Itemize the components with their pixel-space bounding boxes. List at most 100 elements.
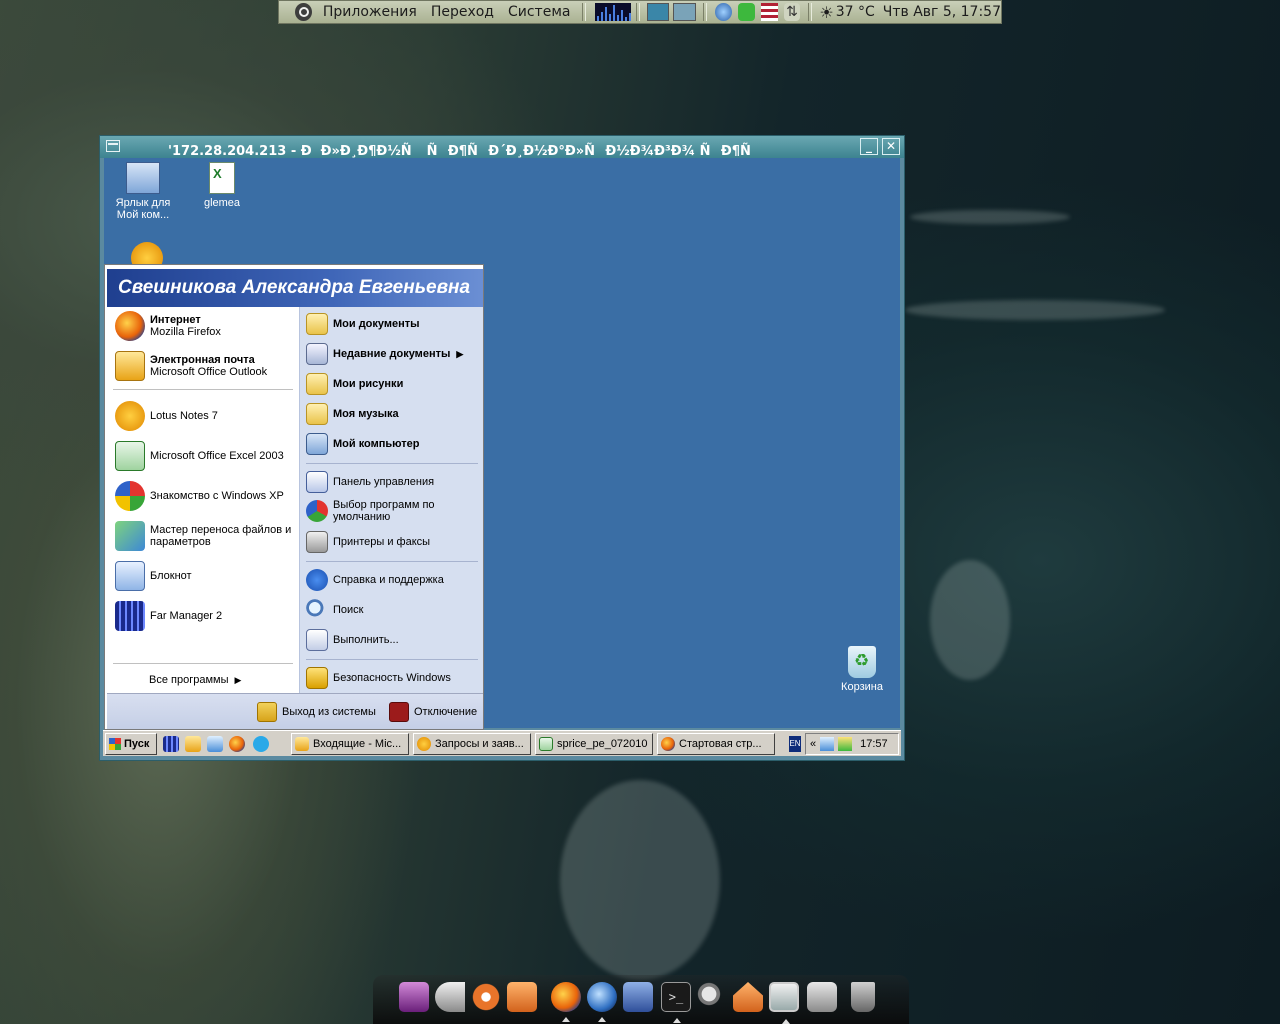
menu-item-windows-security[interactable]: Безопасность Windows xyxy=(306,667,451,689)
menu-item-control-panel[interactable]: Панель управления xyxy=(306,471,434,493)
menu-item-lotus-notes[interactable]: Lotus Notes 7 xyxy=(115,401,218,431)
window-icon[interactable] xyxy=(769,982,799,1024)
menu-item-far-manager[interactable]: Far Manager 2 xyxy=(115,601,222,631)
video-icon[interactable] xyxy=(399,982,429,1012)
search-icon[interactable] xyxy=(697,982,727,1012)
taskbar-task-start-page[interactable]: Стартовая стр... xyxy=(657,733,775,755)
menu-item-label: Far Manager 2 xyxy=(150,610,223,622)
far-manager-quicklaunch-icon[interactable] xyxy=(163,736,179,752)
minimize-button[interactable]: _ xyxy=(860,138,878,155)
menu-item-my-music[interactable]: Моя музыка xyxy=(306,403,399,425)
firefox-icon xyxy=(115,311,145,341)
desktop-icon-recycle-bin[interactable]: Корзина xyxy=(823,646,900,693)
taskbar-task-requests[interactable]: Запросы и заяв... xyxy=(413,733,531,755)
excel-icon xyxy=(115,441,145,471)
ubuntu-icon[interactable] xyxy=(471,982,501,1012)
start-button[interactable]: Пуск xyxy=(105,733,157,755)
task-label: Входящие - Mic... xyxy=(313,738,402,750)
desktop-icon-my-computer-shortcut[interactable]: Ярлык для Мой ком... xyxy=(104,162,182,221)
menu-item-transfer-wizard[interactable]: Мастер переноса файлов и параметров xyxy=(115,521,295,551)
default-programs-icon xyxy=(306,500,328,522)
menu-item-my-pictures[interactable]: Мои рисунки xyxy=(306,373,403,395)
close-button[interactable]: ✕ xyxy=(882,138,900,155)
menu-applications[interactable]: Приложения xyxy=(316,4,424,20)
menu-item-excel[interactable]: Microsoft Office Excel 2003 xyxy=(115,441,284,471)
tray-expand-chevron[interactable]: « xyxy=(810,738,816,750)
taskbar-task-sprice[interactable]: sprice_pe_072010 xyxy=(535,733,653,755)
wallpaper-foam xyxy=(905,300,1165,320)
menu-item-label: Мои документы xyxy=(333,318,420,330)
menu-item-search[interactable]: Поиск xyxy=(306,599,363,621)
recycle-bin-icon xyxy=(848,646,876,678)
menu-item-email[interactable]: Электронная почта Microsoft Office Outloo… xyxy=(115,351,267,381)
logoff-label: Выход из системы xyxy=(282,706,376,718)
menu-system[interactable]: Система xyxy=(501,4,577,20)
logoff-button[interactable]: Выход из системы xyxy=(257,702,376,722)
shutdown-label: Отключение xyxy=(414,706,478,718)
ubuntu-logo-icon[interactable] xyxy=(295,3,312,21)
security-tray-icon[interactable] xyxy=(838,737,853,751)
trash-icon[interactable] xyxy=(851,982,875,1012)
control-panel-icon xyxy=(306,471,328,493)
outlook-quicklaunch-icon[interactable] xyxy=(185,736,201,752)
menu-item-label: Выбор программ по умолчанию xyxy=(333,499,435,523)
menu-item-my-computer[interactable]: Мой компьютер xyxy=(306,433,420,455)
menu-item-notepad[interactable]: Блокнот xyxy=(115,561,192,591)
folder-icon[interactable] xyxy=(507,982,537,1012)
menu-item-label: Недавние документы xyxy=(333,348,451,360)
keyboard-layout-flag-icon[interactable] xyxy=(760,3,778,21)
network-icon[interactable] xyxy=(714,3,732,21)
remote-clock[interactable]: 17:57 xyxy=(860,738,888,750)
update-shield-icon[interactable] xyxy=(737,3,755,21)
menu-item-windows-tour[interactable]: Знакомство с Windows XP xyxy=(115,481,284,511)
menu-item-run[interactable]: Выполнить... xyxy=(306,629,399,651)
help-icon xyxy=(306,569,328,591)
menu-item-label: Поиск xyxy=(333,604,364,616)
menu-item-internet[interactable]: Интернет Mozilla Firefox xyxy=(115,311,221,341)
panel-clock[interactable]: Чтв Авг 5, 17:57 xyxy=(883,4,1001,20)
skype-quicklaunch-icon[interactable] xyxy=(253,736,269,752)
all-programs-button[interactable]: Все программы ▶ xyxy=(149,674,241,686)
desktop-icon-label: Ярлык для Мой ком... xyxy=(115,197,171,221)
firefox-quicklaunch-icon[interactable] xyxy=(229,736,245,752)
my-computer-icon xyxy=(126,162,160,194)
firefox-icon[interactable] xyxy=(551,982,581,1022)
workspace-switcher-2[interactable] xyxy=(673,3,697,21)
search-icon xyxy=(306,599,328,621)
task-label: Стартовая стр... xyxy=(679,738,762,750)
language-indicator[interactable]: EN xyxy=(789,736,801,752)
task-label: sprice_pe_072010 xyxy=(557,738,648,750)
desktop-icon-glemea[interactable]: glemea xyxy=(183,162,261,209)
taskbar-task-inbox[interactable]: Входящие - Mic... xyxy=(291,733,409,755)
menu-separator xyxy=(306,463,478,464)
menu-item-recent-documents[interactable]: Недавние документы ▶ xyxy=(306,343,482,365)
menu-item-default-programs[interactable]: Выбор программ по умолчанию xyxy=(306,499,478,523)
home-icon[interactable] xyxy=(733,982,763,1012)
window-titlebar[interactable]: '172.28.204.213 - ÐÐ»Ð¸Ð¶Ð½Ñ ÑÐ¶ÑÐ´Ð… xyxy=(100,136,904,159)
system-monitor-graph[interactable] xyxy=(595,3,631,21)
save-icon[interactable] xyxy=(623,982,653,1012)
system-tray: « 17:57 xyxy=(805,733,899,755)
start-label: Пуск xyxy=(124,738,150,750)
folder-icon xyxy=(306,373,328,395)
menu-item-my-documents[interactable]: Мои документы xyxy=(306,313,420,335)
recent-documents-icon xyxy=(306,343,328,365)
terminal-icon[interactable]: >_ xyxy=(661,982,691,1023)
thunderbird-icon[interactable] xyxy=(587,982,617,1022)
weather-temperature[interactable]: 37 °C xyxy=(836,4,875,20)
volume-icon[interactable] xyxy=(435,982,465,1012)
camera-icon[interactable] xyxy=(807,982,837,1012)
menu-item-title: Интернет xyxy=(150,314,201,326)
menu-item-printers[interactable]: Принтеры и факсы xyxy=(306,531,430,553)
menu-places[interactable]: Переход xyxy=(424,4,501,20)
network-activity-icon[interactable]: ⇅ xyxy=(783,3,801,21)
menu-item-help[interactable]: Справка и поддержка xyxy=(306,569,444,591)
network-tray-icon[interactable] xyxy=(820,737,835,751)
internet-explorer-quicklaunch-icon[interactable] xyxy=(207,736,223,752)
window-menu-icon[interactable] xyxy=(106,140,120,152)
workspace-switcher-1[interactable] xyxy=(646,3,670,21)
shutdown-button[interactable]: Отключение xyxy=(389,702,477,722)
windows-tour-icon xyxy=(115,481,145,511)
task-label: Запросы и заяв... xyxy=(435,738,524,750)
run-icon xyxy=(306,629,328,651)
